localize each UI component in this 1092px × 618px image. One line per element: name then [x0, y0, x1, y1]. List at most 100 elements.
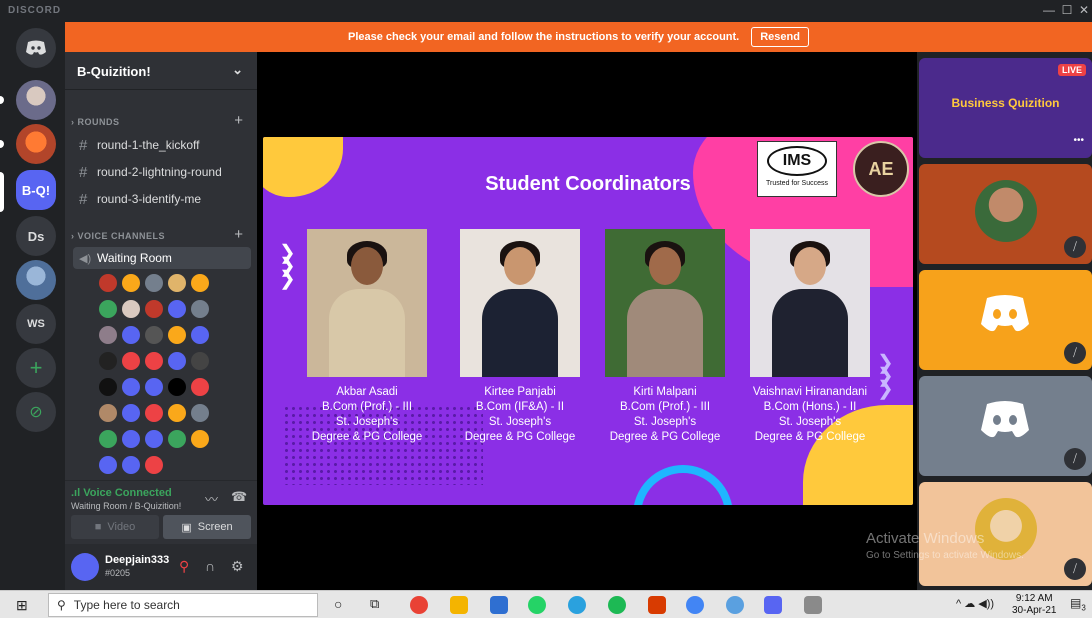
- maximize-button[interactable]: ☐: [1060, 3, 1074, 17]
- explore-servers-button[interactable]: ⊘: [16, 392, 56, 432]
- voice-channel-waiting-room[interactable]: ◀) Waiting Room: [73, 247, 251, 269]
- add-channel-icon[interactable]: +: [234, 112, 243, 129]
- mute-icon[interactable]: ⚲: [179, 558, 189, 575]
- more-options-icon[interactable]: •••: [1073, 135, 1084, 146]
- disconnect-icon[interactable]: ☎: [231, 489, 247, 505]
- hash-icon: #: [79, 136, 88, 154]
- channel-round-2[interactable]: # round-2-lightning-round: [73, 161, 251, 183]
- channel-round-3[interactable]: # round-3-identify-me: [73, 188, 251, 210]
- server-avatar-1[interactable]: [16, 80, 56, 120]
- server-avatar-2[interactable]: [16, 124, 56, 164]
- voice-connection-panel: .ıl Voice Connected Waiting Room / B-Qui…: [65, 480, 257, 544]
- live-badge: LIVE: [1057, 64, 1086, 76]
- server-bq[interactable]: B-Q!: [16, 170, 56, 210]
- hash-icon: #: [79, 163, 88, 181]
- ims-logo: IMS Trusted for Success: [757, 141, 837, 197]
- taskbar-clock[interactable]: 9:12 AM 30-Apr-21: [1012, 593, 1056, 617]
- guild-name: B-Quizition!: [77, 64, 151, 79]
- discord-avatar-icon: [981, 401, 1029, 438]
- whatsapp-icon[interactable]: [528, 596, 546, 614]
- chevron-down-icon: ⌄: [232, 62, 243, 77]
- task-view-icon[interactable]: ⧉: [370, 596, 379, 612]
- search-placeholder: Type here to search: [73, 598, 180, 612]
- coordinator-photo-2: [460, 229, 580, 377]
- participant-tile-3[interactable]: ⧸: [919, 376, 1092, 476]
- camera-icon: ■: [94, 521, 102, 533]
- noise-suppression-icon[interactable]: 〰: [205, 489, 218, 508]
- coordinator-info-1: Akbar Asadi B.Com (Prof.) - III St. Joseph…: [311, 386, 423, 443]
- server-ds[interactable]: Ds: [16, 216, 56, 256]
- stream-preview-tile[interactable]: LIVE Business Quizition •••: [919, 58, 1092, 158]
- user-panel: Deepjain333 #0205 ⚲ ∩ ⚙: [65, 544, 257, 590]
- user-name: Deepjain333: [105, 554, 170, 566]
- gear-icon[interactable]: ⚙: [231, 558, 244, 575]
- speaker-icon: ◀): [79, 252, 92, 265]
- taskbar-search[interactable]: ⚲ Type here to search: [48, 593, 318, 617]
- chrome-profile-icon[interactable]: [686, 596, 704, 614]
- discord-avatar-icon: [981, 295, 1029, 332]
- files-taskbar-icon[interactable]: [804, 596, 822, 614]
- server-rail: B-Q! Ds WS + ⊘: [0, 22, 72, 590]
- video-button[interactable]: ■ Video: [71, 515, 159, 539]
- participant-tile-2[interactable]: ⧸: [919, 270, 1092, 370]
- chevron-down-icon: ❯ ❯ ❯: [279, 242, 296, 290]
- windows-taskbar: ⊞ ⚲ Type here to search ○ ⧉ ^ ☁ ◀)) 9:12…: [0, 590, 1092, 618]
- file-explorer-icon[interactable]: [450, 596, 468, 614]
- headphones-icon[interactable]: ∩: [205, 558, 215, 574]
- unread-pill: [0, 140, 4, 148]
- discord-window: { "window": {"brand": "DISCORD", "minimi…: [0, 0, 1092, 618]
- telegram-icon[interactable]: [568, 596, 586, 614]
- coordinator-photo-3: [605, 229, 725, 377]
- coordinator-info-4: Vaishnavi Hiranandani B.Com (Hons.) - II S…: [752, 386, 868, 443]
- cortana-icon[interactable]: ○: [334, 596, 342, 612]
- add-voice-channel-icon[interactable]: +: [234, 226, 243, 243]
- banner-message: Please check your email and follow the i…: [348, 31, 740, 43]
- discord-logo-icon: [26, 40, 46, 55]
- channel-sidebar: B-Quizition! ⌄ › ROUNDS + # round-1-the_k…: [65, 52, 257, 590]
- voice-location: Waiting Room / B-Quizition!: [71, 501, 182, 511]
- store-icon[interactable]: [490, 596, 508, 614]
- participant-avatar: [975, 180, 1037, 242]
- user-tag: #0205: [105, 568, 131, 578]
- user-avatar[interactable]: [71, 553, 99, 581]
- app-brand: DISCORD: [8, 5, 62, 16]
- selected-pill: [0, 172, 4, 212]
- verify-email-banner: Please check your email and follow the i…: [65, 22, 1092, 52]
- activate-windows-title: Activate Windows: [866, 530, 985, 547]
- voice-connected-status: .ıl Voice Connected: [71, 487, 172, 499]
- coordinator-photo-1: [307, 229, 427, 377]
- system-tray-icons[interactable]: ^ ☁ ◀)): [956, 597, 994, 610]
- notifications-icon[interactable]: ▤3: [1070, 596, 1086, 612]
- chrome-icon[interactable]: [410, 596, 428, 614]
- coordinator-info-2: Kirtee Panjabi B.Com (IF&A) - II St. Josep…: [464, 386, 576, 443]
- add-server-button[interactable]: +: [16, 348, 56, 388]
- shared-screen-slide: Student Coordinators IMS Trusted for Suc…: [263, 137, 913, 505]
- channel-round-1[interactable]: # round-1-the_kickoff: [73, 134, 251, 156]
- screen-share-button[interactable]: ▣ Screen: [163, 515, 251, 539]
- participant-tile-1[interactable]: ⧸: [919, 164, 1092, 264]
- category-voice[interactable]: › VOICE CHANNELS: [71, 231, 165, 241]
- unread-pill: [0, 96, 4, 104]
- stream-preview-title: Business Quizition: [951, 96, 1060, 110]
- activate-windows-hint: Go to Settings to activate Windows.: [866, 550, 1024, 561]
- windows-start-icon[interactable]: ⊞: [16, 597, 28, 614]
- search-icon: ⚲: [57, 598, 66, 612]
- server-ws[interactable]: WS: [16, 304, 56, 344]
- muted-mic-icon: ⧸: [1064, 448, 1086, 470]
- office-icon[interactable]: [648, 596, 666, 614]
- muted-mic-icon: ⧸: [1064, 236, 1086, 258]
- minimize-button[interactable]: —: [1042, 3, 1056, 17]
- category-rounds[interactable]: › ROUNDS: [71, 117, 120, 127]
- coordinator-info-3: Kirti Malpani B.Com (Prof.) - III St. Jose…: [609, 386, 721, 443]
- close-button[interactable]: ✕: [1077, 3, 1091, 17]
- paint-icon[interactable]: [726, 596, 744, 614]
- muted-mic-icon: ⧸: [1064, 558, 1086, 580]
- spotify-icon[interactable]: [608, 596, 626, 614]
- guild-header[interactable]: B-Quizition! ⌄: [65, 52, 257, 90]
- server-avatar-3[interactable]: [16, 260, 56, 300]
- resend-button[interactable]: Resend: [751, 27, 809, 47]
- hash-icon: #: [79, 190, 88, 208]
- discord-taskbar-icon[interactable]: [764, 596, 782, 614]
- home-button[interactable]: [16, 28, 56, 68]
- screen-icon: ▣: [181, 521, 192, 534]
